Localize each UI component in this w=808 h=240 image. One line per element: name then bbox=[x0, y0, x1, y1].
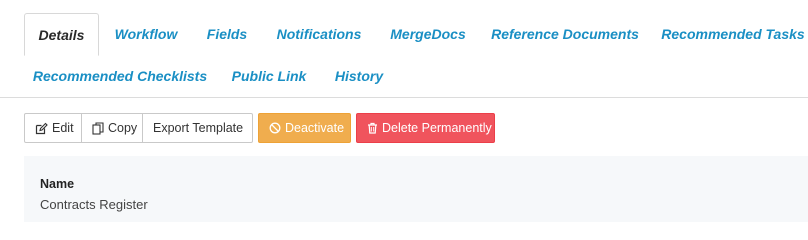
trash-icon bbox=[367, 122, 378, 134]
tab-recommended-checklists[interactable]: Recommended Checklists bbox=[32, 64, 208, 88]
export-template-label: Export Template bbox=[153, 121, 244, 135]
tab-history[interactable]: History bbox=[329, 64, 389, 88]
copy-icon bbox=[92, 121, 104, 135]
edit-label: Edit bbox=[52, 121, 74, 135]
action-button-group: Edit Copy Export Template bbox=[24, 113, 253, 143]
ban-icon bbox=[269, 122, 281, 134]
action-toolbar: Edit Copy Export Template Deactivate Del… bbox=[24, 113, 495, 143]
copy-button[interactable]: Copy bbox=[82, 113, 143, 143]
deactivate-button[interactable]: Deactivate bbox=[258, 113, 351, 143]
name-field-value: Contracts Register bbox=[40, 197, 148, 212]
delete-permanently-button[interactable]: Delete Permanently bbox=[356, 113, 495, 143]
tab-notifications[interactable]: Notifications bbox=[272, 22, 366, 46]
tab-mergedocs[interactable]: MergeDocs bbox=[384, 22, 472, 46]
delete-permanently-label: Delete Permanently bbox=[382, 121, 492, 135]
tab-recommended-tasks[interactable]: Recommended Tasks bbox=[660, 22, 806, 46]
name-field-label: Name bbox=[40, 177, 75, 191]
details-panel: Name Contracts Register bbox=[24, 156, 808, 222]
tab-details[interactable]: Details bbox=[24, 13, 99, 56]
export-template-button[interactable]: Export Template bbox=[143, 113, 253, 143]
tab-workflow[interactable]: Workflow bbox=[109, 22, 183, 46]
tab-fields[interactable]: Fields bbox=[200, 22, 254, 46]
tab-reference-documents[interactable]: Reference Documents bbox=[490, 22, 640, 46]
tab-bar: Details Workflow Fields Notifications Me… bbox=[0, 0, 808, 98]
tab-public-link[interactable]: Public Link bbox=[227, 64, 311, 88]
edit-icon bbox=[35, 122, 48, 135]
copy-label: Copy bbox=[108, 121, 138, 135]
deactivate-label: Deactivate bbox=[285, 121, 345, 135]
edit-button[interactable]: Edit bbox=[24, 113, 82, 143]
